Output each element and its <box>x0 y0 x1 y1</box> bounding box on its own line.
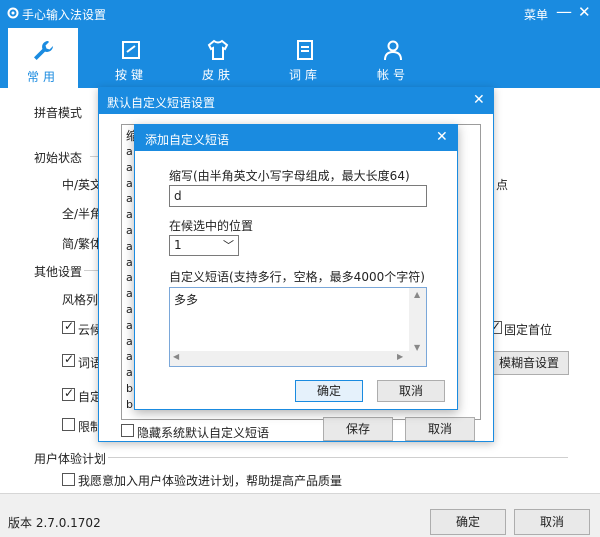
tab-account-label: 帐号 <box>376 68 409 82</box>
add-phrase-dialog: 添加自定义短语 ✕ 缩写(由半角英文小写字母组成，最大长度64) d 在候选中的… <box>134 124 458 410</box>
shirt-icon <box>207 39 229 60</box>
ok-button[interactable]: 确定 <box>430 509 506 535</box>
save-button[interactable]: 保存 <box>323 417 393 441</box>
list-item[interactable]: b <box>126 398 133 411</box>
window-title: 手心输入法设置 <box>22 8 107 22</box>
title-bar: 手心输入法设置 菜单 — ✕ <box>0 0 600 28</box>
tab-lexicon-label: 词库 <box>288 68 321 82</box>
scroll-right-icon[interactable]: ▶ <box>397 352 403 361</box>
close-button[interactable]: ✕ <box>578 3 591 21</box>
list-item[interactable]: a <box>126 224 133 237</box>
fuzzy-pinyin-button[interactable]: 模糊音设置 <box>489 351 569 375</box>
textarea-vscrollbar[interactable]: ▲ ▼ <box>409 288 426 366</box>
tab-common[interactable]: 常用 <box>8 28 78 88</box>
pinyin-mode-title: 拼音模式 <box>34 106 83 120</box>
other-settings-title: 其他设置 <box>34 265 83 279</box>
tab-skin[interactable]: 皮肤 <box>183 28 253 88</box>
scroll-up-icon[interactable]: ▲ <box>414 290 420 299</box>
scroll-down-icon[interactable]: ▼ <box>414 343 420 352</box>
point-label: 点 <box>496 178 509 192</box>
list-item[interactable]: a <box>126 319 133 332</box>
join-exp-label: 我愿意加入用户体验改进计划，帮助提高产品质量 <box>78 474 343 488</box>
tab-lexicon[interactable]: 词库 <box>270 28 340 88</box>
footer-bar: 版本 2.7.0.1702 确定 取消 <box>0 493 600 537</box>
position-label: 在候选中的位置 <box>169 219 254 233</box>
list-item[interactable]: a <box>126 335 133 348</box>
dialog-title-bar: 默认自定义短语设置 ✕ <box>99 88 493 114</box>
abbr-label: 缩写(由半角英文小写字母组成，最大长度64) <box>169 169 410 183</box>
style-list-label: 风格列 <box>62 293 99 307</box>
app-gear-icon <box>6 6 22 22</box>
tab-common-label: 常用 <box>26 70 59 84</box>
menu-button[interactable]: 菜单 <box>524 6 548 23</box>
dialog-title: 添加自定义短语 <box>145 133 230 147</box>
list-item[interactable]: b <box>126 382 133 395</box>
full-half-label: 全/半角 <box>62 207 103 221</box>
textarea-hscrollbar[interactable]: ◀ ▶ <box>170 351 409 366</box>
user-exp-title: 用户体验计划 <box>34 452 107 466</box>
join-exp-checkbox[interactable] <box>62 473 75 486</box>
divider <box>108 457 568 458</box>
list-item[interactable]: a <box>126 287 133 300</box>
close-icon[interactable]: ✕ <box>473 92 485 108</box>
phrase-label: 自定义短语(支持多行，空格，最多4000个字符) <box>169 270 425 284</box>
limit-checkbox[interactable] <box>62 418 75 431</box>
cloud-checkbox[interactable] <box>62 319 75 334</box>
initial-state-title: 初始状态 <box>34 151 83 165</box>
list-item[interactable]: a <box>126 256 133 269</box>
wrench-icon <box>34 41 53 60</box>
fixed-first-label: 固定首位 <box>504 323 553 337</box>
list-item[interactable]: a <box>126 303 133 316</box>
list-item[interactable]: a <box>126 366 133 379</box>
keyboard-icon <box>122 41 140 59</box>
position-value: 1 <box>174 238 182 252</box>
abbr-input[interactable]: d <box>169 185 427 207</box>
list-item[interactable]: a <box>126 161 133 174</box>
tab-account[interactable]: 帐号 <box>358 28 428 88</box>
list-item[interactable]: a <box>126 271 133 284</box>
hide-default-label: 隐藏系统默认自定义短语 <box>137 426 270 440</box>
word-checkbox[interactable] <box>62 352 75 367</box>
document-icon <box>297 40 313 60</box>
list-item[interactable]: a <box>126 192 133 205</box>
tab-skin-label: 皮肤 <box>201 68 234 82</box>
user-icon <box>384 40 402 61</box>
cn-en-label: 中/英文 <box>62 178 103 192</box>
tab-keys[interactable]: 按键 <box>96 28 166 88</box>
dialog2-cancel-button[interactable]: 取消 <box>377 380 445 402</box>
list-item[interactable]: a <box>126 177 133 190</box>
hide-default-checkbox[interactable] <box>121 424 134 437</box>
position-select[interactable]: 1 ﹀ <box>169 235 239 256</box>
dialog-title-bar: 添加自定义短语 ✕ <box>135 125 457 151</box>
scroll-left-icon[interactable]: ◀ <box>173 352 179 361</box>
auto-checkbox[interactable] <box>62 386 75 401</box>
minimize-button[interactable]: — <box>556 2 572 21</box>
chevron-down-icon: ﹀ <box>223 239 234 252</box>
close-icon[interactable]: ✕ <box>436 129 448 145</box>
list-item[interactable]: a <box>126 208 133 221</box>
list-item[interactable]: a <box>126 240 133 253</box>
dialog2-ok-button[interactable]: 确定 <box>295 380 363 402</box>
dialog1-cancel-button[interactable]: 取消 <box>405 417 475 441</box>
version-label: 版本 2.7.0.1702 <box>8 516 101 530</box>
dialog-title: 默认自定义短语设置 <box>107 96 216 110</box>
simp-trad-label: 简/繁体 <box>62 237 103 251</box>
cancel-button[interactable]: 取消 <box>514 509 590 535</box>
list-item[interactable]: a <box>126 350 133 363</box>
list-item[interactable]: a <box>126 145 133 158</box>
tab-keys-label: 按键 <box>114 68 147 82</box>
